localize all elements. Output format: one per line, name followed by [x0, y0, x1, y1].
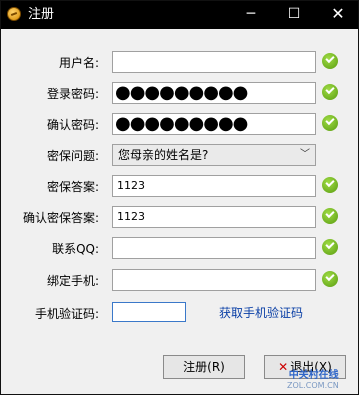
- confirm-password-row: 确认密码: ●●●●●●●●●: [1, 113, 358, 137]
- security-question-row: 密保问题: 您母亲的姓名是? ﹀: [1, 144, 358, 168]
- login-password-label: 登录密码:: [46, 87, 99, 101]
- confirm-password-label: 确认密码:: [46, 118, 99, 132]
- maximize-button[interactable]: ☐: [283, 5, 305, 23]
- security-question-label: 密保问题:: [46, 149, 99, 163]
- security-question-value: 您母亲的姓名是?: [118, 148, 209, 162]
- phone-code-label: 手机验证码:: [34, 307, 99, 321]
- phone-code-row: 手机验证码: 获取手机验证码: [1, 302, 358, 326]
- app-icon: [7, 7, 21, 21]
- check-icon: [322, 271, 338, 287]
- security-answer-input[interactable]: 1123: [112, 175, 316, 197]
- phone-code-input[interactable]: [112, 302, 186, 322]
- check-icon: [322, 239, 338, 255]
- confirm-answer-input[interactable]: 1123: [112, 206, 316, 228]
- watermark-line1: 中关村在线: [288, 370, 339, 381]
- security-question-select[interactable]: 您母亲的姓名是? ﹀: [112, 144, 316, 166]
- login-password-row: 登录密码: ●●●●●●●●●: [1, 82, 358, 106]
- minimize-button[interactable]: ─: [240, 5, 262, 23]
- bind-phone-label: 绑定手机:: [46, 274, 99, 288]
- check-icon: [322, 84, 338, 100]
- username-label: 用户名:: [58, 56, 99, 70]
- register-button[interactable]: 注册(R): [163, 355, 245, 379]
- qq-label: 联系QQ:: [52, 242, 99, 256]
- username-input[interactable]: [112, 51, 316, 73]
- check-icon: [322, 208, 338, 224]
- close-button[interactable]: ✕: [327, 5, 349, 23]
- watermark: 中关村在线 ZOL.COM.CN: [287, 371, 339, 391]
- security-answer-row: 密保答案: 1123: [1, 175, 358, 199]
- get-code-link[interactable]: 获取手机验证码: [219, 305, 303, 321]
- security-answer-label: 密保答案:: [46, 180, 99, 194]
- bind-phone-row: 绑定手机:: [1, 269, 358, 293]
- confirm-password-input[interactable]: ●●●●●●●●●: [112, 113, 316, 135]
- register-window: 注册 ─ ☐ ✕ 用户名: 登录密码: ●●●●●●●●● 确认密码: ●●●●…: [0, 0, 359, 395]
- login-password-input[interactable]: ●●●●●●●●●: [112, 82, 316, 104]
- confirm-answer-label: 确认密保答案:: [22, 211, 99, 225]
- username-row: 用户名:: [1, 51, 358, 75]
- chevron-down-icon: ﹀: [300, 149, 310, 160]
- check-icon: [322, 115, 338, 131]
- bind-phone-input[interactable]: [112, 269, 316, 291]
- window-title: 注册: [28, 7, 55, 22]
- check-icon: [322, 53, 338, 69]
- qq-row: 联系QQ:: [1, 237, 358, 261]
- watermark-line2: ZOL.COM.CN: [287, 381, 339, 390]
- confirm-answer-row: 确认密保答案: 1123: [1, 206, 358, 230]
- qq-input[interactable]: [112, 237, 316, 259]
- title-bar: 注册 ─ ☐ ✕: [1, 1, 358, 29]
- check-icon: [322, 177, 338, 193]
